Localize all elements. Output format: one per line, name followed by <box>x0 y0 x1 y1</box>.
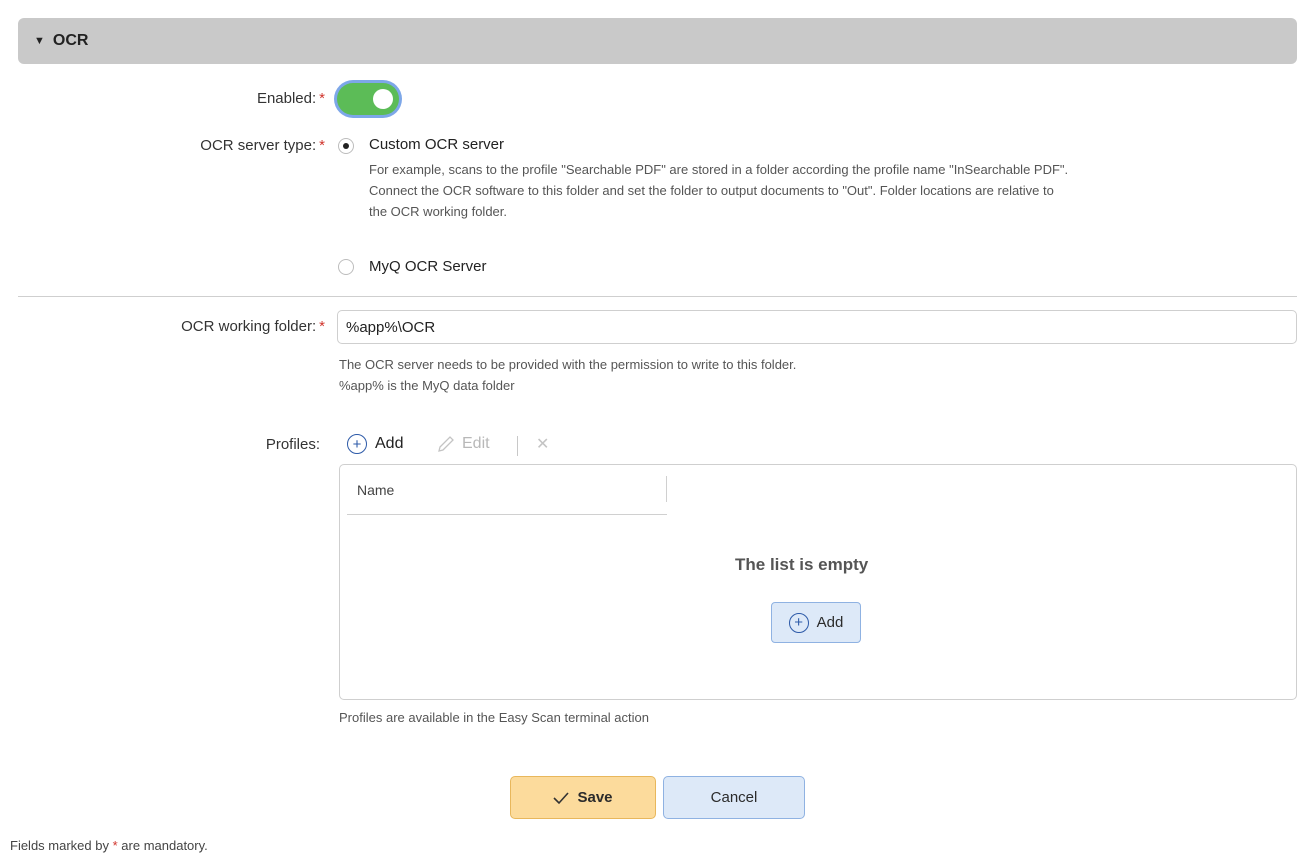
checkmark-icon <box>553 791 570 804</box>
required-mark: * <box>319 90 325 107</box>
empty-list-text: The list is empty <box>735 555 869 574</box>
section-header-ocr[interactable]: ▼ OCR <box>18 18 1297 64</box>
working-folder-label: OCR working folder: * <box>181 318 325 335</box>
profiles-help: Profiles are available in the Easy Scan … <box>339 710 649 725</box>
custom-ocr-server-label[interactable]: Custom OCR server <box>369 136 504 153</box>
save-button[interactable]: Save <box>510 776 656 819</box>
enabled-toggle[interactable] <box>337 83 399 115</box>
required-mark: * <box>319 318 325 335</box>
mandatory-note: Fields marked by * are mandatory. <box>10 838 208 853</box>
column-header-underline <box>347 514 667 515</box>
working-folder-help: The OCR server needs to be provided with… <box>339 357 797 393</box>
custom-ocr-server-radio[interactable] <box>338 138 354 154</box>
add-circle-icon: + <box>788 612 809 633</box>
myq-ocr-server-radio[interactable] <box>338 259 354 275</box>
grid-column-header-name[interactable]: Name <box>357 482 394 498</box>
profiles-delete-button[interactable]: ✕ <box>536 434 549 454</box>
cancel-button[interactable]: Cancel <box>663 776 805 819</box>
close-icon: ✕ <box>536 436 550 453</box>
profiles-label: Profiles: <box>265 436 320 453</box>
section-title: OCR <box>52 32 89 49</box>
column-resize-handle[interactable] <box>666 476 667 502</box>
add-circle-icon: + <box>347 434 367 454</box>
toolbar-separator <box>517 436 518 456</box>
pencil-icon <box>438 436 454 452</box>
caret-down-icon: ▼ <box>34 35 45 47</box>
required-mark: * <box>319 137 325 154</box>
server-type-label: OCR server type: * <box>200 137 325 154</box>
divider <box>18 296 1297 297</box>
myq-ocr-server-label[interactable]: MyQ OCR Server <box>369 258 487 275</box>
toggle-knob <box>373 89 393 109</box>
profiles-add-button[interactable]: + Add <box>347 434 403 454</box>
profiles-grid <box>339 464 1297 700</box>
empty-list-add-button[interactable]: + Add <box>771 602 861 643</box>
custom-ocr-help: For example, scans to the profile "Searc… <box>369 162 1069 219</box>
required-mark: * <box>112 838 118 853</box>
working-folder-input[interactable] <box>337 310 1297 344</box>
enabled-label: Enabled: * <box>256 90 325 107</box>
profiles-edit-button[interactable]: Edit <box>436 434 490 454</box>
